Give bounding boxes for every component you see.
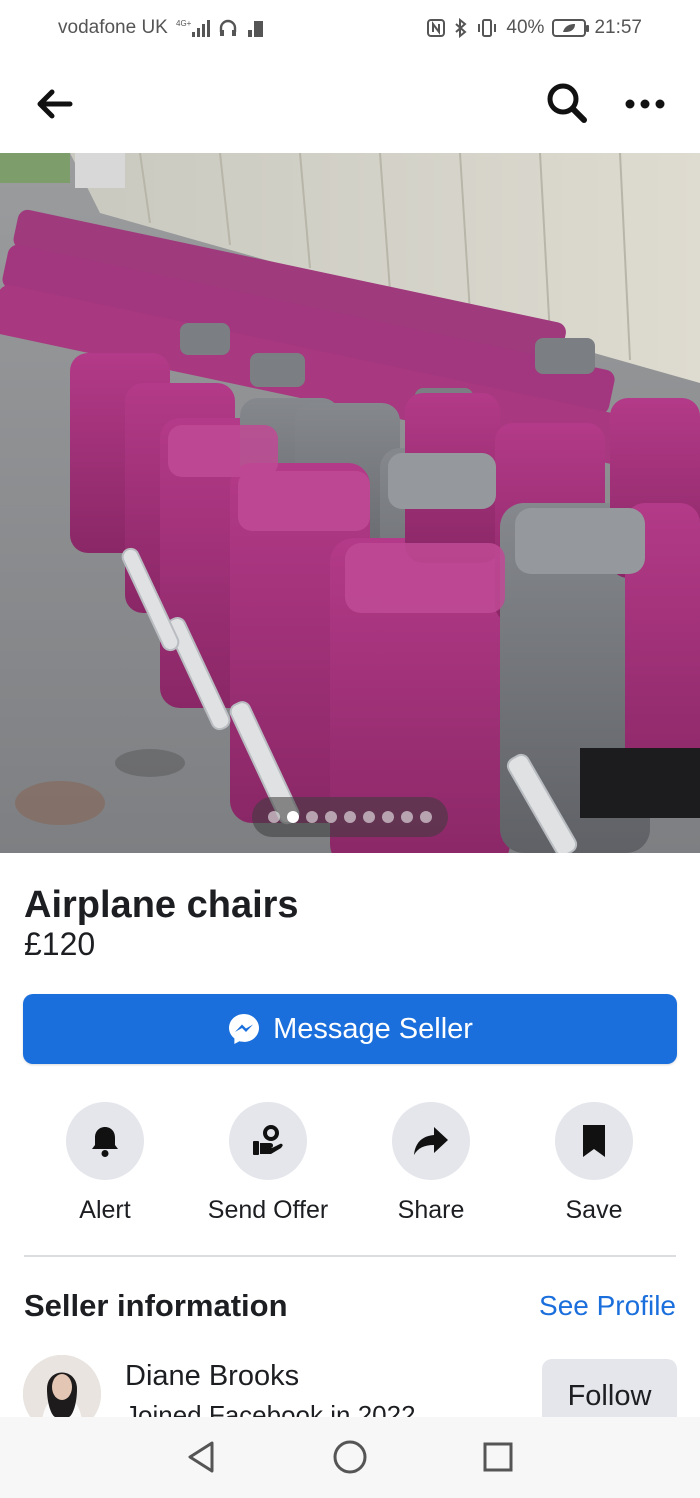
carrier-label: vodafone UK [58,17,168,38]
sim-signal-icon [246,18,266,38]
nav-back-triangle-icon [188,1441,214,1473]
send-offer-label: Send Offer [207,1196,329,1224]
bluetooth-icon [454,18,468,38]
back-arrow-icon [37,89,73,119]
carousel-dot[interactable] [325,811,337,823]
nav-recents-square-icon [483,1442,513,1472]
share-action[interactable]: Share [356,1102,506,1232]
save-action[interactable]: Save [519,1102,669,1232]
seller-info-heading: Seller information [24,1288,288,1323]
carousel-dot[interactable] [382,811,394,823]
listing-title: Airplane chairs [24,884,299,926]
status-right: 40% 21:57 [426,17,642,39]
signal-icon: 4G+ [176,18,210,38]
save-label: Save [565,1196,623,1224]
back-button[interactable] [34,86,74,122]
nav-home-circle-icon [333,1440,367,1474]
bookmark-icon [583,1125,605,1157]
listing-price: £120 [24,926,96,962]
share-label: Share [397,1196,465,1224]
battery-percent: 40% [506,17,545,38]
vibrate-icon [476,18,498,38]
carousel-dot[interactable] [344,811,356,823]
nav-home-button[interactable] [330,1437,370,1477]
section-divider [24,1255,676,1257]
airplane-seats-photo [0,153,700,853]
send-offer-action[interactable]: Send Offer [193,1102,343,1232]
search-icon [547,83,587,123]
save-button-circle[interactable] [555,1102,633,1180]
bell-icon [92,1127,118,1157]
carousel-dot[interactable] [268,811,280,823]
offer-icon [253,1125,283,1155]
battery-icon [552,19,590,37]
headphones-icon [218,18,238,38]
carousel-dot-active[interactable] [287,811,299,823]
seller-name[interactable]: Diane Brooks [125,1360,299,1393]
action-row: Alert Send Offer Share Save [0,1102,700,1232]
network-type: 4G+ [176,19,192,28]
search-button[interactable] [544,80,590,126]
more-dots-icon [625,99,665,109]
carousel-dot[interactable] [306,811,318,823]
alert-label: Alert [79,1196,131,1224]
carousel-dot[interactable] [363,811,375,823]
more-options-button[interactable] [620,86,670,122]
send-offer-button-circle[interactable] [229,1102,307,1180]
alert-action[interactable]: Alert [30,1102,180,1232]
photo-carousel-indicator[interactable] [252,797,448,837]
nav-recents-button[interactable] [478,1437,518,1477]
messenger-icon [229,1014,260,1044]
message-seller-button[interactable]: Message Seller [23,994,677,1064]
carousel-dot[interactable] [401,811,413,823]
carousel-dot[interactable] [420,811,432,823]
share-icon [414,1127,448,1155]
top-app-bar [0,56,700,152]
system-navigation-bar [0,1417,700,1498]
clock: 21:57 [594,17,642,38]
status-left: vodafone UK 4G+ [58,17,266,39]
status-bar: vodafone UK 4G+ 40% 21:57 [0,0,700,56]
listing-photo[interactable] [0,153,700,853]
share-button-circle[interactable] [392,1102,470,1180]
alert-button-circle[interactable] [66,1102,144,1180]
message-seller-label: Message Seller [273,1012,473,1045]
nfc-icon [426,18,446,38]
nav-back-button[interactable] [182,1437,222,1477]
see-profile-link[interactable]: See Profile [539,1290,676,1322]
